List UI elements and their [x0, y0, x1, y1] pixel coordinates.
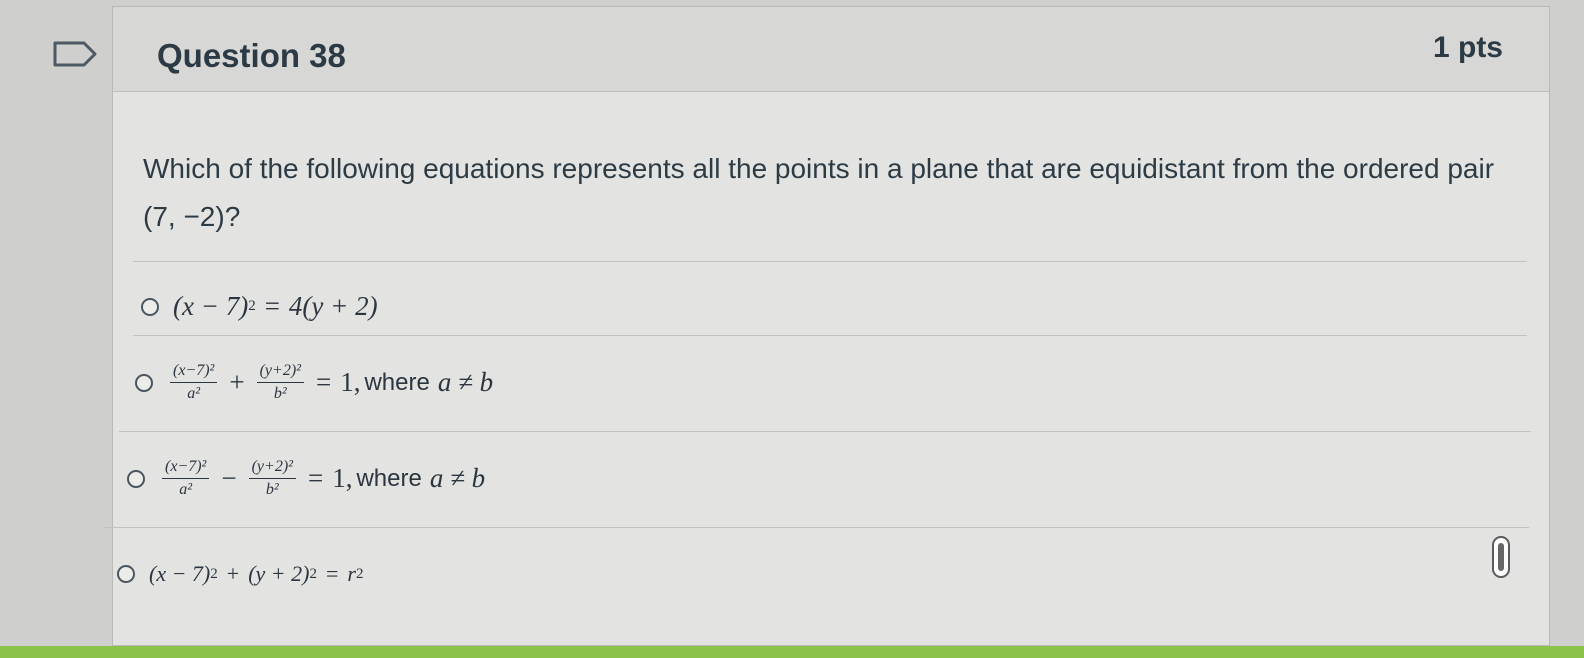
answer-3-where-text: where: [356, 464, 422, 492]
answer-2-where-text: where: [364, 368, 430, 396]
question-title: Question 38: [157, 37, 346, 74]
answer-option-4[interactable]: (x − 7) 2 + (y + 2) 2 = r2: [117, 561, 363, 587]
radio-button-4[interactable]: [117, 565, 135, 583]
answer-option-2[interactable]: (x−7)² a² + (y+2)² b² = 1, where a ≠ b: [135, 361, 493, 404]
bookmark-flag-icon[interactable]: [52, 40, 98, 68]
question-points: 1 pts: [1432, 31, 1503, 64]
scrollbar-thumb[interactable]: [1492, 536, 1510, 578]
fraction-denominator: a²: [187, 385, 201, 402]
answer-4-term-2-exponent: 2: [309, 565, 317, 582]
answer-3-equation: (x−7)² a² − (y+2)² b² = 1, where a ≠ b: [159, 457, 485, 500]
answer-3-rhs: 1,: [332, 463, 353, 493]
fraction-numerator: (x−7)²: [170, 361, 218, 383]
fraction: (y+2)² b²: [256, 361, 304, 404]
divider: [133, 261, 1527, 262]
answer-1-equals: =: [264, 291, 280, 321]
fraction-denominator: b²: [265, 481, 279, 498]
answer-1-rhs: 4(y + 2): [288, 291, 378, 321]
fraction-numerator: (y+2)²: [248, 457, 296, 479]
question-header: Question 38 1 pts: [113, 7, 1549, 92]
question-text: Which of the following equations represe…: [143, 153, 1495, 232]
answer-3-operator: −: [221, 463, 237, 493]
fraction-numerator: (x−7)²: [162, 457, 210, 479]
question-card: Question 38 1 pts Which of the following…: [103, 6, 1550, 646]
answer-4-term-2: (y + 2): [248, 561, 310, 586]
answer-1-equation: (x − 7) 2 = 4(y + 2): [173, 291, 378, 322]
fraction: (x−7)² a²: [162, 457, 210, 500]
answer-2-operator: +: [229, 367, 245, 397]
answer-2-equation: (x−7)² a² + (y+2)² b² = 1, where a ≠ b: [167, 361, 493, 404]
divider: [103, 527, 1529, 528]
answer-4-term-1: (x − 7): [149, 561, 211, 586]
answer-option-3[interactable]: (x−7)² a² − (y+2)² b² = 1, where a ≠ b: [127, 457, 485, 500]
fraction-denominator: b²: [273, 385, 287, 402]
answer-4-rhs-exponent: 2: [355, 565, 364, 582]
fraction: (y+2)² b²: [248, 457, 296, 500]
answer-1-lhs: (x − 7): [173, 291, 249, 321]
radio-button-1[interactable]: [141, 297, 159, 316]
fraction: (x−7)² a²: [170, 361, 218, 404]
answer-4-equation: (x − 7) 2 + (y + 2) 2 = r2: [149, 561, 363, 587]
answer-4-equals: =: [325, 561, 339, 586]
answer-3-condition: a ≠ b: [429, 463, 486, 493]
answer-1-lhs-exponent: 2: [248, 298, 256, 314]
answer-4-term-1-exponent: 2: [210, 565, 218, 582]
radio-button-2[interactable]: [135, 373, 153, 392]
answer-2-rhs: 1,: [340, 367, 361, 397]
answer-4-operator: +: [226, 561, 240, 586]
divider: [119, 431, 1531, 432]
bottom-accent-bar: [0, 646, 1584, 658]
fraction-denominator: a²: [179, 481, 193, 498]
answer-3-equals: =: [307, 463, 324, 493]
radio-button-3[interactable]: [127, 469, 145, 488]
fraction-numerator: (y+2)²: [256, 361, 304, 383]
answer-option-1[interactable]: (x − 7) 2 = 4(y + 2): [141, 291, 378, 322]
answer-2-condition: a ≠ b: [437, 367, 494, 397]
divider: [133, 335, 1527, 336]
answer-2-equals: =: [315, 367, 332, 397]
answer-4-rhs: r: [347, 561, 356, 586]
